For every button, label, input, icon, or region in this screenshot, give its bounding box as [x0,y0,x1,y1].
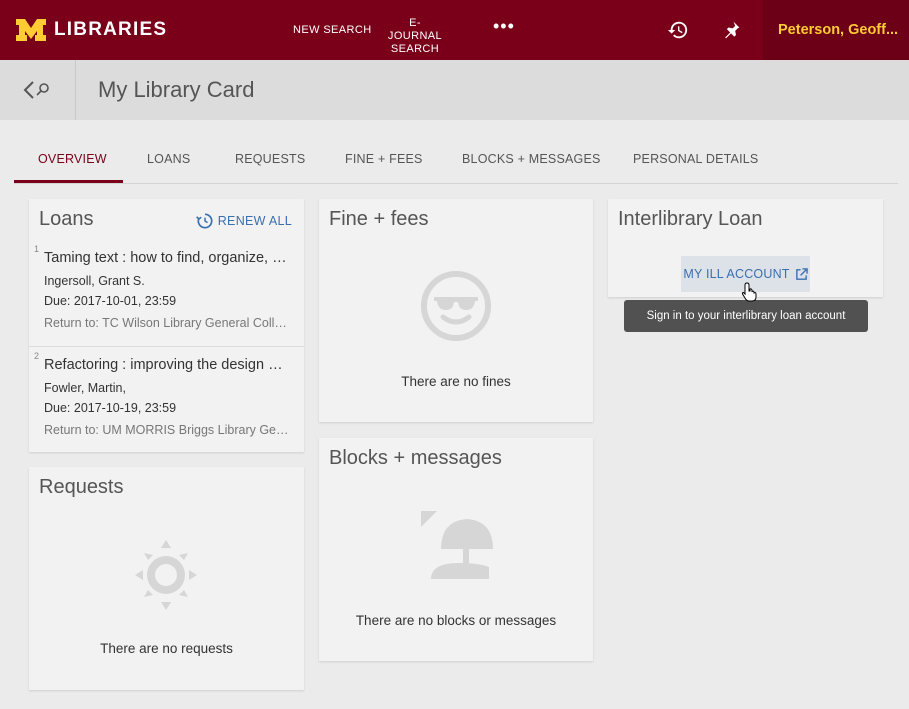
loans-card: Loans RENEW ALL 1 Taming text : how to f… [29,199,304,452]
nav-ejournal-line2: SEARCH [390,43,440,55]
external-link-icon [795,267,808,280]
loan-number: 2 [34,351,40,361]
active-tab-indicator [14,180,123,183]
back-search-icon [23,81,49,99]
sun-icon [135,540,197,610]
fines-title: Fine + fees [329,208,429,230]
loan-due: Due: 2017-10-19, 23:59 [44,401,177,415]
history-icon[interactable] [663,15,693,45]
loan-item[interactable]: 2 Refactoring : improving the design of … [29,351,304,458]
requests-empty-message: There are no requests [100,641,233,656]
pin-icon[interactable] [716,15,746,45]
blocks-card: Blocks + messages There are no blocks or… [319,438,593,661]
ill-tooltip: Sign in to your interlibrary loan accoun… [624,300,868,332]
libraries-logo[interactable]: LIBRARIES [16,17,167,43]
fines-empty-message: There are no fines [401,374,511,389]
blocks-empty-message: There are no blocks or messages [355,613,557,628]
top-bar: LIBRARIES NEW SEARCH E-JOURNAL SEARCH ••… [0,0,909,60]
nav-ejournal-search[interactable]: E-JOURNAL SEARCH [384,17,446,56]
loan-divider [29,346,304,347]
requests-card: Requests There are no requests [29,467,304,690]
logo-text: LIBRARIES [54,19,168,40]
renew-all-button[interactable]: RENEW ALL [195,211,292,231]
loan-title[interactable]: Taming text : how to find, organize, and… [44,250,289,266]
tab-personal-details[interactable]: PERSONAL DETAILS [633,152,758,166]
loan-due: Due: 2017-10-01, 23:59 [44,294,177,308]
renew-icon [195,213,213,229]
ill-button-label: MY ILL ACCOUNT [683,267,790,281]
tab-loans[interactable]: LOANS [147,152,190,166]
back-to-search-button[interactable] [0,60,76,120]
user-menu[interactable]: Peterson, Geoff... [763,0,909,60]
nav-new-search[interactable]: NEW SEARCH [293,24,372,37]
user-name: Peterson, Geoff... [778,22,899,38]
logo-m-icon [16,19,46,41]
tab-overview[interactable]: OVERVIEW [38,152,107,166]
tab-requests[interactable]: REQUESTS [235,152,305,166]
loan-author: Ingersoll, Grant S. [44,274,145,288]
loan-return-location: Return to: UM MORRIS Briggs Library Gene… [44,423,289,437]
renew-all-label: RENEW ALL [217,214,292,228]
nav-ejournal-line1: E-JOURNAL [387,17,443,42]
loan-number: 1 [34,244,40,254]
fines-card: Fine + fees There are no fines [319,199,593,422]
ill-title: Interlibrary Loan [618,208,763,230]
hand-cursor-icon [741,282,757,302]
page-title: My Library Card [98,77,255,102]
tab-bar: OVERVIEW LOANS REQUESTS FINE + FEES BLOC… [14,140,898,184]
sunglasses-face-icon [421,271,491,341]
sub-header: My Library Card [0,60,909,120]
beach-umbrella-icon [421,511,493,579]
tab-blocks-messages[interactable]: BLOCKS + MESSAGES [462,152,601,166]
loan-author: Fowler, Martin, [44,381,126,395]
loan-return-location: Return to: TC Wilson Library General Col… [44,316,289,330]
blocks-title: Blocks + messages [329,447,502,469]
loan-item[interactable]: 1 Taming text : how to find, organize, a… [29,244,304,351]
more-menu-button[interactable]: ••• [493,17,515,35]
tab-fine-fees[interactable]: FINE + FEES [345,152,423,166]
requests-title: Requests [39,476,124,498]
loan-title[interactable]: Refactoring : improving the design of ex… [44,357,289,373]
loans-title: Loans [39,208,94,230]
